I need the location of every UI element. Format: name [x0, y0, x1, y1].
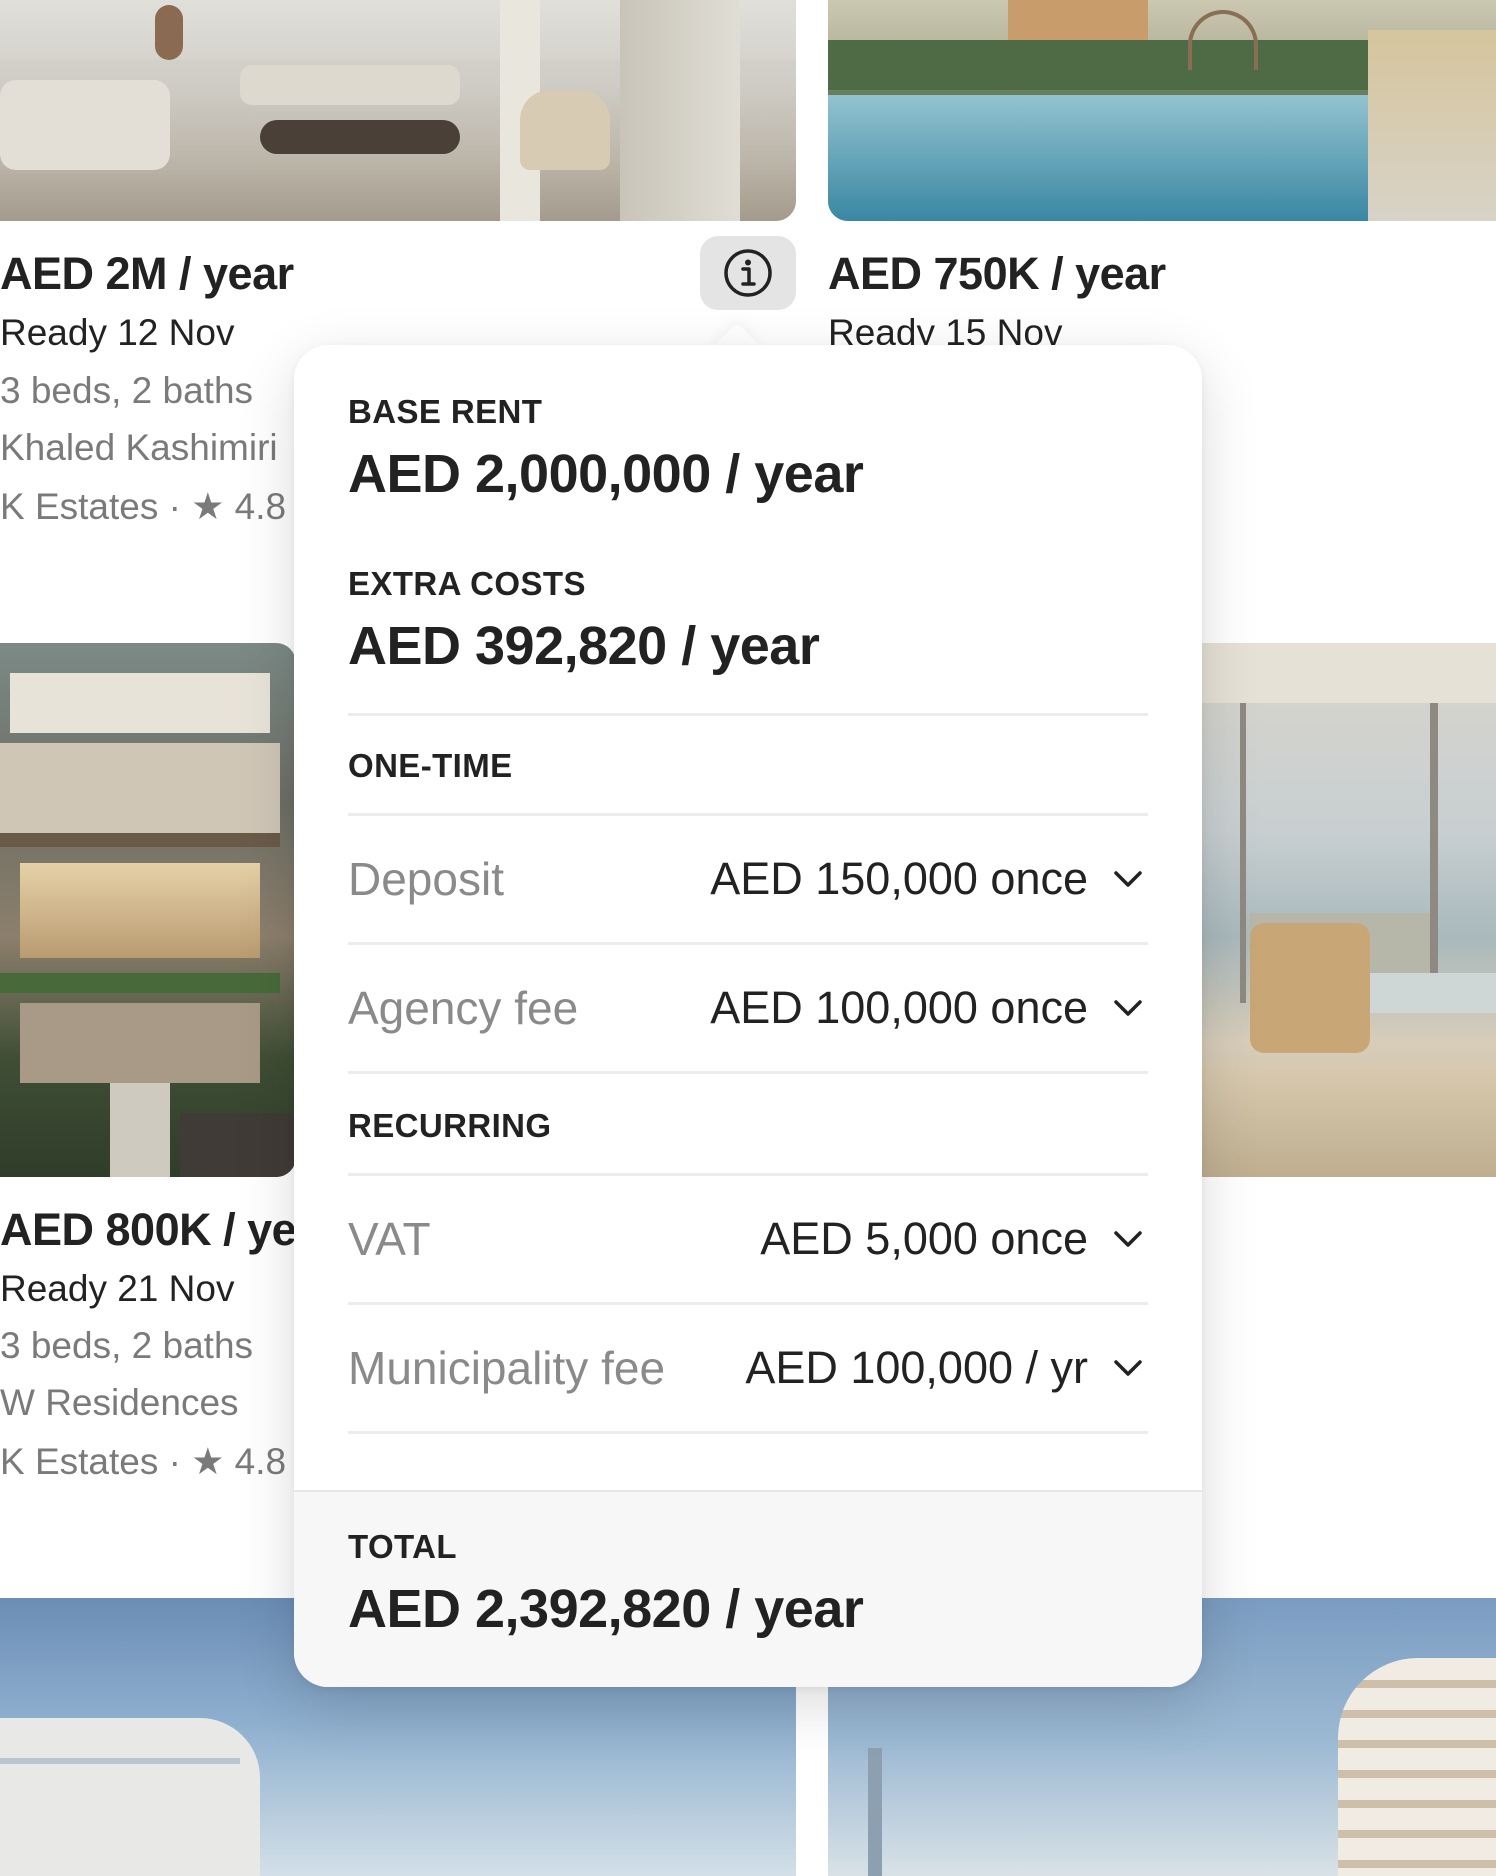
section-divider	[348, 713, 1148, 716]
listing-photo-villa[interactable]	[0, 643, 296, 1177]
listing-photo-pool[interactable]	[828, 0, 1496, 221]
listing-price[interactable]: AED 800K / year	[0, 1204, 338, 1256]
section-divider	[348, 1071, 1148, 1074]
listing-ready-date: Ready 21 Nov	[0, 1268, 235, 1309]
total-footer: TOTAL AED 2,392,820 / year	[294, 1490, 1202, 1687]
cost-value: AED 5,000 once	[760, 1213, 1088, 1264]
recurring-heading: RECURRING	[348, 1107, 552, 1144]
extra-costs-value: AED 392,820 / year	[348, 616, 820, 676]
cost-row-vat[interactable]: VAT AED 5,000 once	[348, 1176, 1148, 1302]
base-rent-value: AED 2,000,000 / year	[348, 444, 864, 504]
cost-value: AED 100,000 / yr	[745, 1342, 1088, 1393]
row-divider	[348, 1431, 1148, 1434]
chevron-down-icon[interactable]	[1108, 1219, 1148, 1259]
listing-photo-living-room[interactable]	[0, 0, 796, 221]
cost-row-agency-fee[interactable]: Agency fee AED 100,000 once	[348, 945, 1148, 1071]
base-rent-label: BASE RENT	[348, 393, 543, 430]
cost-label: Agency fee	[348, 982, 579, 1034]
cost-label: VAT	[348, 1213, 431, 1265]
cost-row-deposit[interactable]: Deposit AED 150,000 once	[348, 816, 1148, 942]
total-label: TOTAL	[348, 1528, 457, 1565]
listing-name: Khaled Kashimiri	[0, 427, 278, 468]
cost-row-municipality-fee[interactable]: Municipality fee AED 100,000 / yr	[348, 1305, 1148, 1431]
price-breakdown-popover: BASE RENT AED 2,000,000 / year EXTRA COS…	[294, 345, 1202, 1687]
chevron-down-icon[interactable]	[1108, 859, 1148, 899]
listing-photo-waterfront[interactable]	[1180, 643, 1496, 1177]
cost-value: AED 150,000 once	[710, 853, 1088, 904]
cost-value: AED 100,000 once	[710, 982, 1088, 1033]
listing-beds-baths: 3 beds, 2 baths	[0, 370, 254, 411]
one-time-heading: ONE-TIME	[348, 747, 513, 784]
info-icon	[724, 249, 772, 297]
total-value: AED 2,392,820 / year	[348, 1579, 864, 1639]
cost-label: Deposit	[348, 853, 504, 905]
cost-label: Municipality fee	[348, 1342, 666, 1394]
listing-name: W Residences	[0, 1382, 239, 1423]
listing-price[interactable]: AED 750K / year	[828, 248, 1166, 300]
extra-costs-label: EXTRA COSTS	[348, 565, 586, 602]
listing-agency-rating: K Estates · ★ 4.8	[0, 1441, 287, 1482]
listing-beds-baths: 3 beds, 2 baths	[0, 1325, 254, 1366]
listing-price[interactable]: AED 2M / year	[0, 248, 294, 300]
price-info-button[interactable]	[700, 236, 796, 310]
listing-agency-rating: K Estates · ★ 4.8	[0, 486, 287, 527]
chevron-down-icon[interactable]	[1108, 1348, 1148, 1388]
chevron-down-icon[interactable]	[1108, 988, 1148, 1028]
listing-ready-date: Ready 12 Nov	[0, 312, 235, 353]
